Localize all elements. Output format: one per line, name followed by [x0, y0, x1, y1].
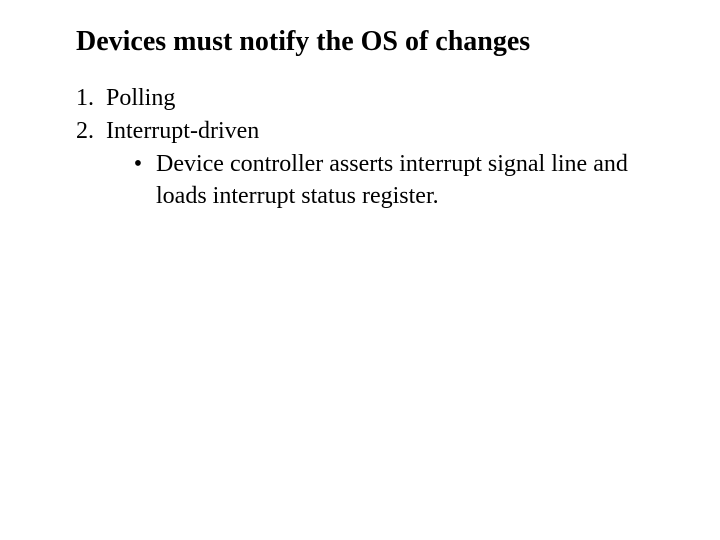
- list-item: Polling: [100, 83, 680, 114]
- list-item-text: Polling: [106, 85, 175, 111]
- slide-title: Devices must notify the OS of changes: [76, 24, 680, 59]
- sub-list-item: • Device controller asserts interrupt si…: [126, 149, 680, 211]
- list-item: Interrupt-driven • Device controller ass…: [100, 116, 680, 212]
- numbered-list: Polling Interrupt-driven • Device contro…: [40, 83, 680, 212]
- bullet-icon: •: [126, 149, 150, 180]
- list-item-text: Interrupt-driven: [106, 118, 259, 144]
- sub-list: • Device controller asserts interrupt si…: [106, 149, 680, 211]
- slide: Devices must notify the OS of changes Po…: [0, 0, 720, 540]
- sub-list-item-text: Device controller asserts interrupt sign…: [156, 151, 628, 208]
